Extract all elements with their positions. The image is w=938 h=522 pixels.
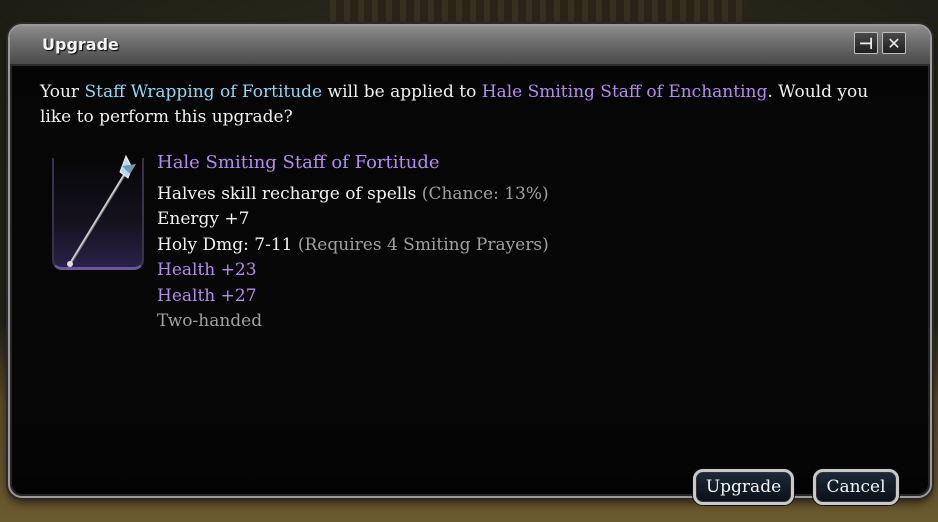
upgrade-button[interactable]: Upgrade — [693, 469, 794, 505]
message-text: Your — [40, 82, 85, 102]
stat-text: Halves skill recharge of spells — [157, 183, 417, 204]
stat-note: (Requires 4 Smiting Prayers) — [292, 234, 549, 255]
item-stat-line: Holy Dmg: 7-11 (Requires 4 Smiting Praye… — [157, 233, 549, 259]
target-item-name: Hale Smiting Staff of Enchanting — [481, 82, 768, 102]
close-button[interactable]: ✕ — [882, 32, 906, 54]
item-stat-line: Two-handed — [157, 311, 263, 331]
confirmation-message: Your Staff Wrapping of Fortitude will be… — [40, 80, 900, 130]
item-tooltip: Hale Smiting Staff of Fortitude Halves s… — [157, 150, 549, 335]
cancel-button[interactable]: Cancel — [813, 469, 899, 505]
item-stat-line: Health +23 — [157, 260, 257, 280]
dialog-content: Your Staff Wrapping of Fortitude will be… — [10, 66, 930, 505]
pin-icon: ⊣ — [858, 34, 874, 53]
item-stat-line: Health +27 — [157, 285, 257, 306]
message-text: will be applied to — [322, 82, 482, 102]
pin-button[interactable]: ⊣ — [854, 32, 878, 54]
stat-text: Holy Dmg: 7-11 — [157, 234, 293, 255]
stat-note: (Chance: 13%) — [416, 183, 549, 204]
item-icon-frame — [52, 154, 144, 270]
upgrade-dialog: Upgrade ⊣ ✕ Your Staff Wrapping of Forti… — [8, 24, 932, 505]
staff-icon — [67, 154, 136, 267]
upgrade-component-name: Staff Wrapping of Fortitude — [84, 82, 323, 102]
close-icon: ✕ — [887, 34, 901, 53]
item-name: Hale Smiting Staff of Fortitude — [157, 152, 440, 173]
dialog-title: Upgrade — [42, 35, 119, 54]
title-bar[interactable]: Upgrade ⊣ ✕ — [10, 26, 930, 66]
item-stat-line: Halves skill recharge of spells (Chance:… — [157, 182, 549, 208]
item-stat-line: Energy +7 — [157, 209, 250, 229]
